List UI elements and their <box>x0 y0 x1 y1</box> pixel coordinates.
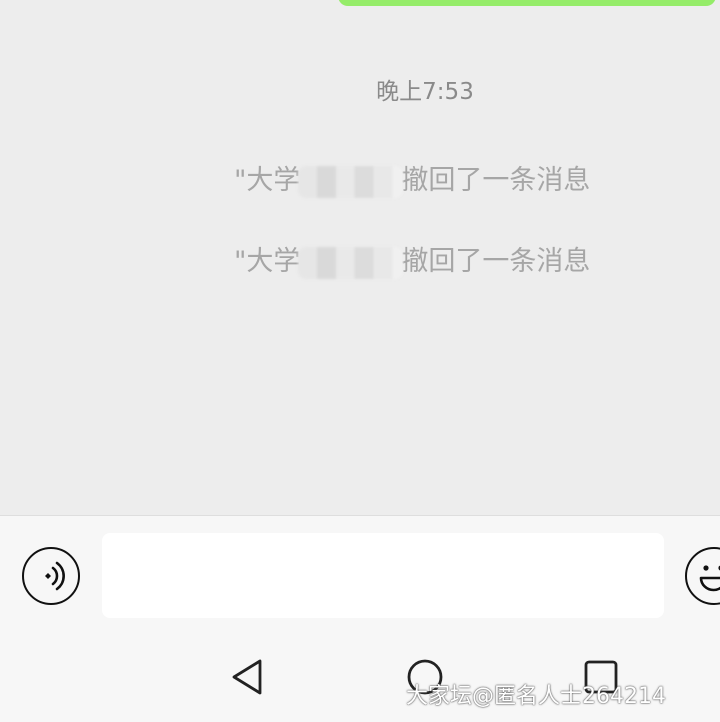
emoji-icon <box>699 565 720 592</box>
system-navigation-bar: 大家坛@匿名人士264214 <box>0 635 720 722</box>
chat-screen: 晚上7:53 "大学 撤回了一条消息 "大学 撤回了一条消息 大家坛@匿名人士2… <box>0 0 720 722</box>
chat-input-bar <box>0 515 720 635</box>
sent-message-bubble[interactable] <box>338 0 716 6</box>
recall-notice: "大学 撤回了一条消息 <box>234 242 694 282</box>
emoji-button[interactable] <box>685 547 720 605</box>
recall-notice-prefix: "大学 <box>234 165 301 196</box>
voice-input-button[interactable] <box>22 547 80 605</box>
recall-notice: "大学 撤回了一条消息 <box>234 161 694 201</box>
message-timestamp: 晚上7:53 <box>376 79 474 105</box>
recall-notice-suffix: 撤回了一条消息 <box>401 165 591 196</box>
forum-watermark: 大家坛@匿名人士264214 <box>406 684 666 709</box>
recall-notice-suffix: 撤回了一条消息 <box>401 246 591 277</box>
message-input[interactable] <box>102 533 664 618</box>
message-list[interactable]: 晚上7:53 "大学 撤回了一条消息 "大学 撤回了一条消息 <box>0 0 720 515</box>
nav-back-button[interactable] <box>229 657 269 697</box>
back-triangle-icon <box>232 659 262 695</box>
redacted-name-mosaic <box>298 246 404 279</box>
voice-icon <box>45 561 65 591</box>
redacted-name-mosaic <box>298 165 404 198</box>
recall-notice-prefix: "大学 <box>234 246 301 277</box>
